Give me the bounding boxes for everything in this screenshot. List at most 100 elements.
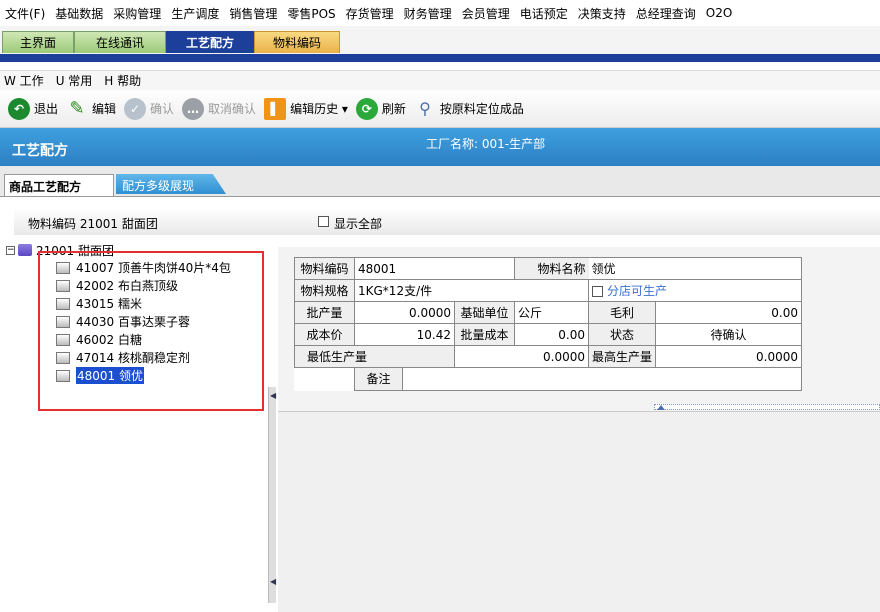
history-icon: ▌ xyxy=(264,97,287,120)
remark-label: 备注 xyxy=(355,368,403,390)
scroll-arrow-icon[interactable] xyxy=(657,405,665,410)
document-icon xyxy=(56,369,70,382)
tree-item[interactable]: 44030 百事达栗子蓉 xyxy=(56,313,190,330)
edit-history-button[interactable]: ▌ 编辑历史 ▾ xyxy=(264,97,348,120)
batch-cost-label: 批量成本 xyxy=(454,323,515,346)
menu-retail-pos[interactable]: 零售POS xyxy=(282,5,340,22)
menu-gm-query[interactable]: 总经理查询 xyxy=(631,5,701,22)
folder-icon xyxy=(18,244,32,256)
menu-work[interactable]: W 工作 xyxy=(4,72,44,89)
pencil-icon: ✎ xyxy=(69,98,85,119)
branch-produce-option[interactable]: 分店可生产 xyxy=(587,279,803,302)
menu-basic-data[interactable]: 基础数据 xyxy=(50,5,108,22)
check-icon: ✓ xyxy=(124,97,147,120)
tab-product-formula[interactable]: 商品工艺配方 xyxy=(4,174,114,196)
document-icon xyxy=(56,279,70,292)
menu-sales[interactable]: 销售管理 xyxy=(224,5,282,22)
filter-row: 物料编码 21001 甜面团 显示全部 xyxy=(14,207,880,235)
batch-label: 批产量 xyxy=(294,301,355,324)
max-qty-field[interactable]: 0.0000 xyxy=(655,345,803,368)
document-icon xyxy=(56,297,70,310)
module-header: 工艺配方 工厂名称: 001-生产部 xyxy=(0,128,880,166)
spec-label: 物料规格 xyxy=(294,279,355,302)
menu-o2o[interactable]: O2O xyxy=(701,6,738,20)
menu-help[interactable]: H 帮助 xyxy=(104,72,141,89)
edit-button[interactable]: ✎ 编辑 xyxy=(66,98,116,120)
tab-multi-level-formula[interactable]: 配方多级展现 xyxy=(116,174,226,194)
menu-phone-booking[interactable]: 电话预定 xyxy=(515,5,573,22)
show-all-checkbox[interactable] xyxy=(318,216,329,227)
menu-file[interactable]: 文件(F) xyxy=(0,5,50,22)
menu-purchase[interactable]: 采购管理 xyxy=(108,5,166,22)
tab-online-chat[interactable]: 在线通讯 xyxy=(74,31,166,53)
name-field[interactable]: 领优 xyxy=(588,257,803,280)
tree-item[interactable]: 43015 糯米 xyxy=(56,295,142,312)
menu-production[interactable]: 生产调度 xyxy=(166,5,224,22)
cost-field[interactable]: 10.42 xyxy=(354,323,455,346)
collapse-arrow-icon[interactable]: ◀ xyxy=(270,391,276,403)
tree-item[interactable]: 47014 核桃酮稳定剂 xyxy=(56,349,190,366)
tree-item[interactable]: 41007 顶善牛肉饼40片*4包 xyxy=(56,259,231,276)
toolbar: ↶ 退出 ✎ 编辑 ✓ 确认 … 取消确认 ▌ 编辑历史 ▾ ⟳ 刷新 ⚲ 按原… xyxy=(0,90,880,128)
status-field: 待确认 xyxy=(655,323,803,346)
exit-button[interactable]: ↶ 退出 xyxy=(8,97,58,120)
menu-inventory[interactable]: 存货管理 xyxy=(341,5,399,22)
cancel-icon: … xyxy=(182,97,205,120)
document-icon xyxy=(56,333,70,346)
panel-splitter[interactable]: ◀ ◀ xyxy=(268,387,276,603)
min-qty-label: 最低生产量 xyxy=(294,345,455,368)
show-all-label: 显示全部 xyxy=(334,217,383,231)
unit-field[interactable]: 公斤 xyxy=(514,301,589,324)
tab-main[interactable]: 主界面 xyxy=(2,31,74,53)
margin-field[interactable]: 0.00 xyxy=(655,301,803,324)
tree-item[interactable]: 42002 布白燕顶级 xyxy=(56,277,178,294)
document-icon xyxy=(56,315,70,328)
spec-field[interactable]: 1KG*12支/件 xyxy=(354,279,589,302)
material-code-value[interactable]: 21001 甜面团 xyxy=(80,217,158,231)
exit-icon: ↶ xyxy=(8,97,30,120)
document-icon xyxy=(56,351,70,364)
window-tab-bar: 主界面 在线通讯 工艺配方 物料编码 xyxy=(0,26,880,62)
sub-tab-bar: 商品工艺配方 配方多级展现 xyxy=(0,166,880,196)
batch-field[interactable]: 0.0000 xyxy=(354,301,455,324)
code-field[interactable]: 48001 xyxy=(354,257,515,280)
status-label: 状态 xyxy=(587,323,657,346)
margin-label: 毛利 xyxy=(587,301,657,324)
detail-panel: 物料编码 48001 物料名称 领优 物料规格 1KG*12支/件 分店可生产 … xyxy=(278,247,880,415)
main-menu-bar: 文件(F) 基础数据 采购管理 生产调度 销售管理 零售POS 存货管理 财务管… xyxy=(0,0,880,26)
branch-produce-checkbox[interactable] xyxy=(592,286,603,297)
material-code-filter: 物料编码 21001 甜面团 xyxy=(28,217,158,231)
cancel-confirm-button[interactable]: … 取消确认 xyxy=(182,97,256,120)
content-area: 物料编码 21001 甜面团 显示全部 − 21001 甜面团 41007 顶善… xyxy=(0,196,880,612)
menu-finance[interactable]: 财务管理 xyxy=(399,5,457,22)
menu-common[interactable]: U 常用 xyxy=(56,72,93,89)
material-detail-form: 物料编码 48001 物料名称 领优 物料规格 1KG*12支/件 分店可生产 … xyxy=(294,257,803,391)
tab-material-code[interactable]: 物料编码 xyxy=(254,31,340,53)
menu-decision[interactable]: 决策支持 xyxy=(573,5,631,22)
document-icon xyxy=(56,261,70,274)
horizontal-scrollbar[interactable] xyxy=(654,404,880,410)
remark-row: 备注 xyxy=(353,367,803,391)
name-label: 物料名称 xyxy=(514,257,589,280)
max-qty-label: 最高生产量 xyxy=(587,345,657,368)
factory-name: 工厂名称: 001-生产部 xyxy=(426,137,546,151)
page-title: 工艺配方 xyxy=(12,143,68,159)
tree-item-selected[interactable]: 48001 领优 xyxy=(56,367,144,384)
formula-tree-panel: − 21001 甜面团 41007 顶善牛肉饼40片*4包 42002 布白燕顶… xyxy=(0,239,276,612)
locate-by-material-button[interactable]: ⚲ 按原料定位成品 xyxy=(414,98,524,120)
refresh-button[interactable]: ⟳ 刷新 xyxy=(355,97,406,120)
collapse-arrow-icon[interactable]: ◀ xyxy=(270,577,276,589)
min-qty-field[interactable]: 0.0000 xyxy=(454,345,589,368)
confirm-button[interactable]: ✓ 确认 xyxy=(124,97,174,120)
refresh-icon: ⟳ xyxy=(355,97,378,120)
sub-menu-bar: W 工作 U 常用 H 帮助 xyxy=(0,70,880,90)
batch-cost-field[interactable]: 0.00 xyxy=(514,323,589,346)
collapse-icon[interactable]: − xyxy=(6,245,15,255)
menu-member[interactable]: 会员管理 xyxy=(457,5,515,22)
tab-process-formula[interactable]: 工艺配方 xyxy=(166,31,254,53)
unit-label: 基础单位 xyxy=(454,301,515,324)
magnifier-icon: ⚲ xyxy=(419,99,431,118)
code-label: 物料编码 xyxy=(294,257,355,280)
cost-label: 成本价 xyxy=(294,323,355,346)
tree-item[interactable]: 46002 白糖 xyxy=(56,331,142,348)
